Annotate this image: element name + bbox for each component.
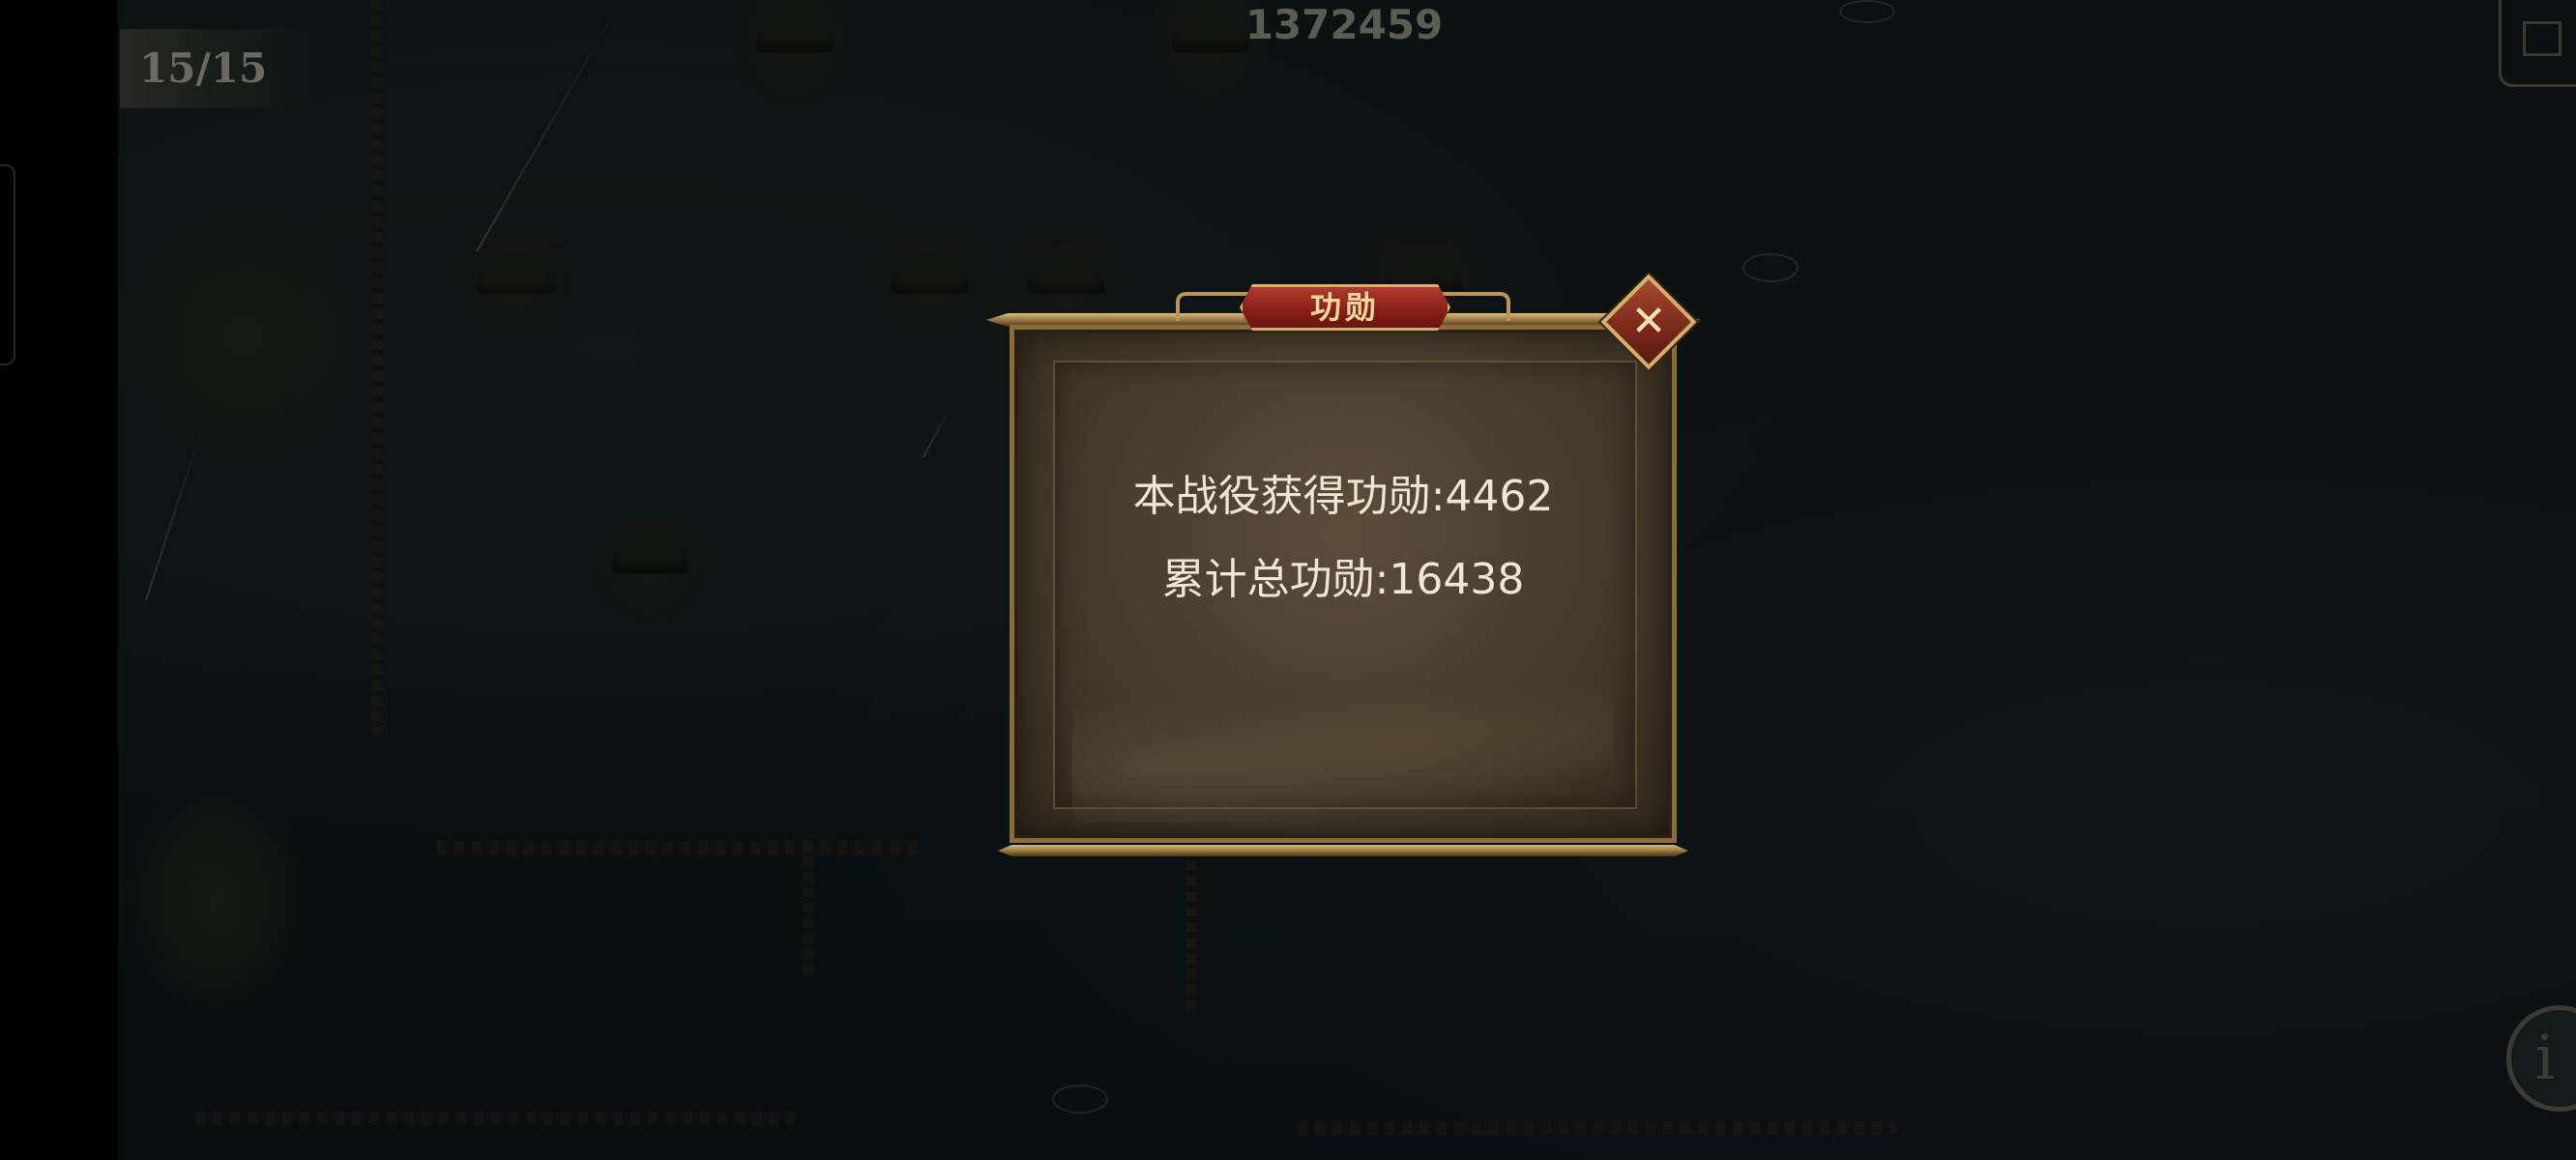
close-icon[interactable]: ✕ — [1615, 288, 1683, 356]
game-screen: 15/15 1372459 i 功勋 ✕ 本战役获得功勋:4462 累计总功勋:… — [0, 0, 2576, 1160]
wave-counter: 15/15 — [120, 29, 313, 108]
score-display: 1372459 — [1244, 1, 1444, 48]
dialog-background-art — [1072, 639, 1614, 823]
battle-merit-text: 本战役获得功勋:4462 — [1132, 472, 1554, 521]
merit-dialog: 功勋 ✕ 本战役获得功勋:4462 累计总功勋:16438 — [986, 274, 1700, 864]
dialog-bottom-rail — [998, 845, 1688, 856]
dialog-title: 功勋 — [1240, 284, 1450, 331]
map-icon[interactable] — [2499, 0, 2576, 87]
total-merit-text: 累计总功勋:16438 — [1161, 555, 1525, 604]
